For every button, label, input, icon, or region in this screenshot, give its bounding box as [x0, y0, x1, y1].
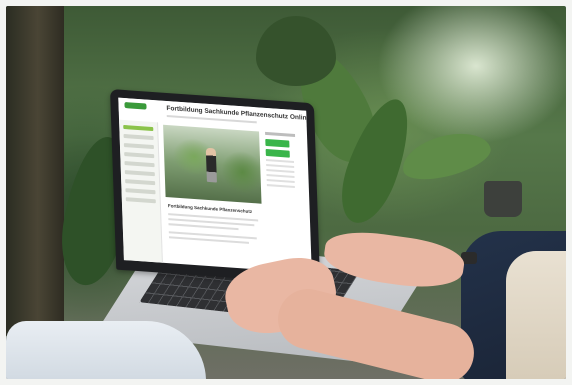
sidebar-item[interactable]: [124, 161, 155, 168]
panel-line: [266, 184, 295, 189]
laptop-screen: Fortbildung Sachkunde Pflanzenschutz Onl…: [110, 89, 321, 284]
panel-line: [266, 163, 295, 168]
booking-panel: [265, 131, 304, 273]
panel-line: [266, 169, 295, 173]
person-figure: [205, 147, 217, 183]
section-heading: Fortbildung Sachkunde Pflanzenschutz: [167, 203, 253, 215]
sidebar-item[interactable]: [125, 188, 156, 195]
website: Fortbildung Sachkunde Pflanzenschutz Onl…: [118, 97, 312, 274]
panel-title: [265, 131, 296, 138]
sidebar-item[interactable]: [125, 197, 156, 204]
panel-line: [265, 158, 295, 163]
plant-pot: [484, 181, 522, 217]
sidebar-item[interactable]: [123, 143, 154, 150]
person-shirt: [506, 251, 566, 379]
panel-line: [266, 174, 295, 178]
person-sleeve-left: [6, 321, 206, 379]
sidebar-item[interactable]: [125, 179, 156, 186]
background-leaf: [397, 125, 495, 187]
background-leaf: [256, 16, 336, 86]
sidebar-item[interactable]: [124, 152, 155, 159]
site-logo[interactable]: [124, 102, 147, 110]
sidebar-item[interactable]: [124, 170, 155, 177]
course-sidebar: [119, 119, 163, 263]
tree-trunk: [6, 6, 64, 336]
secondary-cta-button[interactable]: [265, 148, 290, 158]
sidebar-item[interactable]: [123, 133, 154, 141]
primary-cta-button[interactable]: [265, 138, 290, 148]
panel-line: [266, 179, 295, 184]
sidebar-item-active[interactable]: [123, 124, 154, 132]
hero-image: [163, 124, 262, 204]
photo-scene: Fortbildung Sachkunde Pflanzenschutz Onl…: [6, 6, 566, 379]
